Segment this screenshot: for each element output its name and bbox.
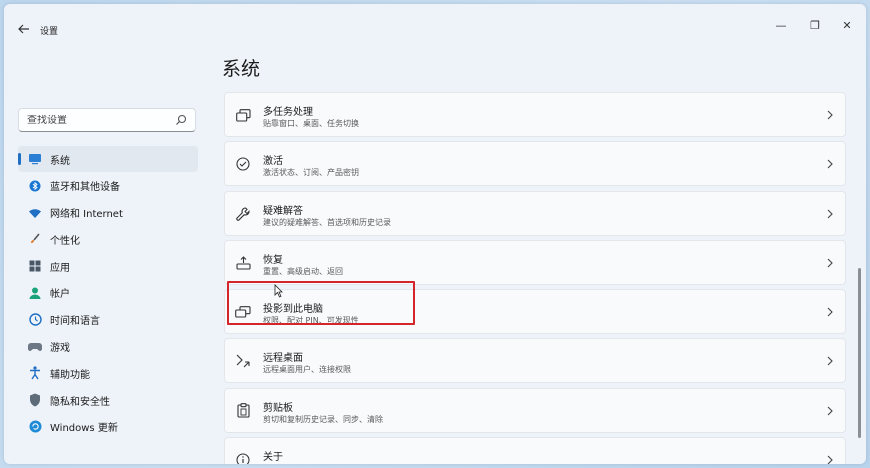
card-title: 投影到此电脑 — [263, 304, 323, 316]
chevron-right-icon — [825, 108, 835, 122]
clipboard-icon — [235, 403, 251, 419]
card-title: 关于 — [263, 452, 283, 464]
card-title: 激活 — [263, 156, 283, 168]
title-bar: 设置 — ❐ ✕ — [4, 4, 866, 44]
remote-desktop-icon — [235, 353, 251, 369]
sidebar-item-accessibility[interactable]: 辅助功能 — [18, 360, 198, 386]
sidebar-nav: 系统 蓝牙和其他设备 网络和 Internet 个性化 应用 帐户 时间和语言 — [18, 146, 198, 441]
mouse-cursor-icon — [274, 284, 283, 298]
bluetooth-icon — [28, 179, 42, 193]
windows-update-icon — [28, 420, 42, 434]
sidebar-item-label: 时间和语言 — [50, 316, 100, 328]
chevron-right-icon — [825, 207, 835, 221]
sidebar-item-label: 应用 — [50, 262, 70, 274]
chevron-right-icon — [825, 404, 835, 418]
chevron-right-icon — [825, 305, 835, 319]
app-title: 设置 — [40, 27, 59, 37]
sidebar-item-privacy[interactable]: 隐私和安全性 — [18, 387, 198, 413]
card-title: 剪贴板 — [263, 402, 293, 414]
sidebar-item-accounts[interactable]: 帐户 — [18, 280, 198, 306]
shield-icon — [28, 393, 42, 407]
card-title: 多任务处理 — [263, 107, 313, 118]
sidebar-item-label: 游戏 — [50, 343, 70, 355]
minimize-button[interactable]: — — [770, 16, 792, 34]
card-recovery[interactable]: 恢复 重置、高级启动、返回 — [224, 239, 846, 285]
check-circle-icon — [235, 156, 251, 172]
maximize-button[interactable]: ❐ — [804, 16, 826, 34]
accessibility-icon — [28, 366, 42, 380]
scrollbar[interactable] — [858, 268, 861, 438]
sidebar-item-label: 系统 — [50, 155, 70, 167]
project-icon — [235, 304, 251, 320]
card-remote-desktop[interactable]: 远程桌面 远程桌面用户、连接权限 — [224, 338, 846, 384]
sidebar-item-label: 个性化 — [50, 235, 80, 247]
search-box[interactable] — [18, 108, 196, 132]
card-title: 疑难解答 — [263, 205, 303, 217]
card-about[interactable]: 关于 — [224, 437, 846, 464]
multitask-icon — [235, 107, 251, 123]
sidebar-item-label: 帐户 — [50, 289, 70, 301]
card-subtitle: 剪切和复制历史记录、同步、清除 — [263, 414, 383, 424]
back-button[interactable] — [14, 20, 34, 38]
card-multitasking[interactable]: 多任务处理 贴靠窗口、桌面、任务切换 — [224, 92, 846, 137]
gamepad-icon — [28, 340, 42, 354]
page-title: 系统 — [222, 58, 261, 80]
close-button[interactable]: ✕ — [836, 16, 858, 34]
card-subtitle: 激活状态、订阅、产品密钥 — [263, 168, 359, 178]
card-title: 远程桌面 — [263, 353, 303, 365]
sidebar-item-windows-update[interactable]: Windows 更新 — [18, 414, 198, 440]
card-activation[interactable]: 激活 激活状态、订阅、产品密钥 — [224, 141, 846, 187]
sidebar-item-label: 隐私和安全性 — [50, 396, 110, 408]
sidebar-item-time-language[interactable]: 时间和语言 — [18, 307, 198, 333]
sidebar-item-system[interactable]: 系统 — [18, 146, 198, 172]
card-clipboard[interactable]: 剪贴板 剪切和复制历史记录、同步、清除 — [224, 387, 846, 433]
chevron-right-icon — [825, 157, 835, 171]
recovery-icon — [235, 255, 251, 271]
sidebar-item-bluetooth[interactable]: 蓝牙和其他设备 — [18, 173, 198, 199]
chevron-right-icon — [825, 453, 835, 464]
card-subtitle: 贴靠窗口、桌面、任务切换 — [263, 119, 359, 128]
card-title: 恢复 — [263, 254, 283, 266]
brush-icon — [28, 232, 42, 246]
globe-clock-icon — [28, 313, 42, 327]
sidebar-item-label: Windows 更新 — [50, 423, 118, 435]
sidebar-item-label: 网络和 Internet — [50, 209, 123, 221]
arrow-left-icon — [18, 24, 29, 34]
chevron-right-icon — [825, 354, 835, 368]
sidebar-item-apps[interactable]: 应用 — [18, 253, 198, 279]
sidebar-item-personalization[interactable]: 个性化 — [18, 226, 198, 252]
card-troubleshoot[interactable]: 疑难解答 建议的疑难解答、首选项和历史记录 — [224, 190, 846, 236]
search-icon — [176, 114, 187, 125]
search-input[interactable] — [27, 114, 175, 126]
card-subtitle: 建议的疑难解答、首选项和历史记录 — [263, 217, 391, 227]
card-subtitle: 权限、配对 PIN、可发现性 — [263, 316, 359, 326]
sidebar-item-gaming[interactable]: 游戏 — [18, 334, 198, 360]
apps-grid-icon — [28, 259, 42, 273]
card-subtitle: 远程桌面用户、连接权限 — [263, 365, 351, 375]
sidebar-item-label: 蓝牙和其他设备 — [50, 182, 120, 194]
system-display-icon — [28, 152, 42, 166]
settings-window: 设置 — ❐ ✕ 系统 蓝牙和其他设备 网络和 Internet 个性化 应用 — [4, 4, 866, 464]
chevron-right-icon — [825, 256, 835, 270]
wrench-icon — [235, 206, 251, 222]
info-icon — [235, 452, 251, 464]
sidebar-item-network[interactable]: 网络和 Internet — [18, 200, 198, 226]
settings-list: 多任务处理 贴靠窗口、桌面、任务切换 激活 激活状态、订阅、产品密钥 疑难解答 … — [224, 92, 846, 464]
wifi-icon — [28, 206, 42, 220]
sidebar-item-label: 辅助功能 — [50, 369, 90, 381]
card-subtitle: 重置、高级启动、返回 — [263, 266, 343, 276]
card-project-to-pc[interactable]: 投影到此电脑 权限、配对 PIN、可发现性 — [224, 289, 846, 335]
account-icon — [28, 286, 42, 300]
